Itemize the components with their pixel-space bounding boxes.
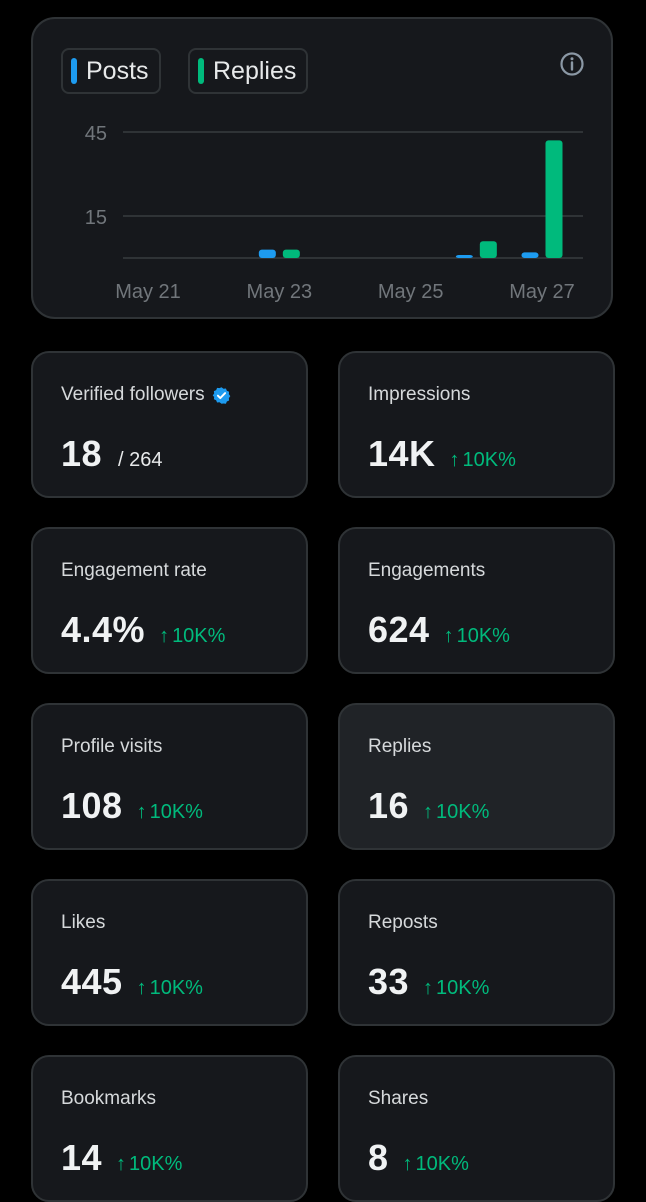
stat-value-row: 33 ↑ 10K% <box>368 961 489 1003</box>
stat-change-value: 10K% <box>129 1153 183 1175</box>
stat-card-shares[interactable]: Shares 8 ↑ 10K% <box>338 1055 615 1202</box>
stat-value-row: 8 ↑ 10K% <box>368 1137 469 1179</box>
stat-label: Likes <box>61 912 105 934</box>
stat-value-row: 445 ↑ 10K% <box>61 961 203 1003</box>
bar-replies-may-23[interactable] <box>282 249 300 258</box>
stat-label-text: Engagement rate <box>61 560 207 581</box>
stat-label: Impressions <box>368 384 470 406</box>
stat-value: 16 <box>368 785 410 826</box>
bar-replies-may-26[interactable] <box>479 241 497 258</box>
stat-value: 8 <box>368 1137 389 1178</box>
stat-label-text: Engagements <box>368 560 486 581</box>
stat-value: 108 <box>61 785 123 826</box>
stat-change: ↑ 10K% <box>159 625 225 648</box>
stat-value: 18 <box>61 433 103 474</box>
stat-label-text: Replies <box>368 736 432 757</box>
stat-value: 4.4% <box>61 609 146 650</box>
x-tick-label: May 21 <box>115 281 181 303</box>
stat-label-text: Reposts <box>368 912 438 933</box>
stat-change-value: 10K% <box>149 801 203 823</box>
stat-card-reposts[interactable]: Reposts 33 ↑ 10K% <box>338 879 615 1026</box>
stat-value: 14K <box>368 433 436 474</box>
arrow-up-icon: ↑ <box>423 801 434 823</box>
x-tick-label: May 25 <box>378 281 444 303</box>
stat-change: ↑ 10K% <box>450 449 516 472</box>
stat-label: Engagement rate <box>61 560 207 582</box>
arrow-up-icon: ↑ <box>423 977 434 999</box>
arrow-up-icon: ↑ <box>136 801 147 823</box>
stat-change-value: 10K% <box>149 977 203 999</box>
stat-label: Engagements <box>368 560 485 582</box>
stat-change: ↑ 10K% <box>423 977 489 1000</box>
bar-posts-may-23[interactable] <box>258 249 276 258</box>
stat-change: ↑ 10K% <box>137 977 203 1000</box>
stat-label-text: Shares <box>368 1088 429 1109</box>
stat-value-row: 18 / 264 <box>61 433 163 475</box>
stat-change: ↑ 10K% <box>403 1153 469 1176</box>
activity-chart-card: Posts Replies 45 15 May 21 May 23 May 25 May … <box>31 17 613 319</box>
stat-change: ↑ 10K% <box>423 801 489 824</box>
stat-change-value: 10K% <box>415 1153 469 1175</box>
stat-label: Reposts <box>368 912 438 934</box>
stat-card-replies[interactable]: Replies 16 ↑ 10K% <box>338 703 615 850</box>
bar-replies-may-27[interactable] <box>545 140 563 258</box>
stat-label-text: Profile visits <box>61 736 163 757</box>
y-tick-label: 45 <box>85 123 107 145</box>
stat-card-verified-followers[interactable]: Verified followers 18 / 264 <box>31 351 308 498</box>
x-tick-label: May 23 <box>247 281 313 303</box>
bar-posts-may-26[interactable] <box>455 255 473 258</box>
stat-label-text: Impressions <box>368 384 471 405</box>
stat-value-row: 624 ↑ 10K% <box>368 609 510 651</box>
bar-chart: 45 15 May 21 May 23 May 25 May 27 <box>85 123 583 303</box>
stat-value-row: 14K ↑ 10K% <box>368 433 516 475</box>
stat-total: / 264 <box>118 449 163 471</box>
stat-value-row: 108 ↑ 10K% <box>61 785 203 827</box>
stat-change-value: 10K% <box>436 977 490 999</box>
stat-value-row: 4.4% ↑ 10K% <box>61 609 225 651</box>
stat-card-profile-visits[interactable]: Profile visits 108 ↑ 10K% <box>31 703 308 850</box>
stat-label: Shares <box>368 1088 428 1110</box>
stat-label-text: Likes <box>61 912 106 933</box>
stat-label: Bookmarks <box>61 1088 156 1110</box>
stat-value-row: 16 ↑ 10K% <box>368 785 489 827</box>
x-tick-label: May 27 <box>509 281 575 303</box>
arrow-up-icon: ↑ <box>136 977 147 999</box>
stat-value: 33 <box>368 961 410 1002</box>
stat-label: Replies <box>368 736 431 758</box>
stat-label: Profile visits <box>61 736 162 758</box>
arrow-up-icon: ↑ <box>443 625 454 647</box>
stat-change-value: 10K% <box>456 625 510 647</box>
bar-posts-may-27[interactable] <box>521 252 539 258</box>
stat-change: ↑ 10K% <box>137 801 203 824</box>
stat-card-bookmarks[interactable]: Bookmarks 14 ↑ 10K% <box>31 1055 308 1202</box>
arrow-up-icon: ↑ <box>449 449 460 471</box>
stat-card-impressions[interactable]: Impressions 14K ↑ 10K% <box>338 351 615 498</box>
stat-change-value: 10K% <box>462 449 516 471</box>
arrow-up-icon: ↑ <box>402 1153 413 1175</box>
stat-value: 445 <box>61 961 123 1002</box>
stat-label-text: Verified followers <box>61 384 205 405</box>
stat-change: ↑ 10K% <box>116 1153 182 1176</box>
stat-change: ↑ 10K% <box>444 625 510 648</box>
stat-card-engagements[interactable]: Engagements 624 ↑ 10K% <box>338 527 615 674</box>
stat-card-likes[interactable]: Likes 445 ↑ 10K% <box>31 879 308 1026</box>
stat-card-engagement-rate[interactable]: Engagement rate 4.4% ↑ 10K% <box>31 527 308 674</box>
verified-badge-icon <box>212 386 230 404</box>
stat-change-value: 10K% <box>172 625 226 647</box>
arrow-up-icon: ↑ <box>159 625 170 647</box>
stat-value: 624 <box>368 609 430 650</box>
y-tick-label: 15 <box>85 207 107 229</box>
stat-label: Verified followers <box>61 384 231 406</box>
stat-value-row: 14 ↑ 10K% <box>61 1137 182 1179</box>
arrow-up-icon: ↑ <box>116 1153 127 1175</box>
stat-change-value: 10K% <box>436 801 490 823</box>
stat-value: 14 <box>61 1137 103 1178</box>
stat-label-text: Bookmarks <box>61 1088 157 1109</box>
